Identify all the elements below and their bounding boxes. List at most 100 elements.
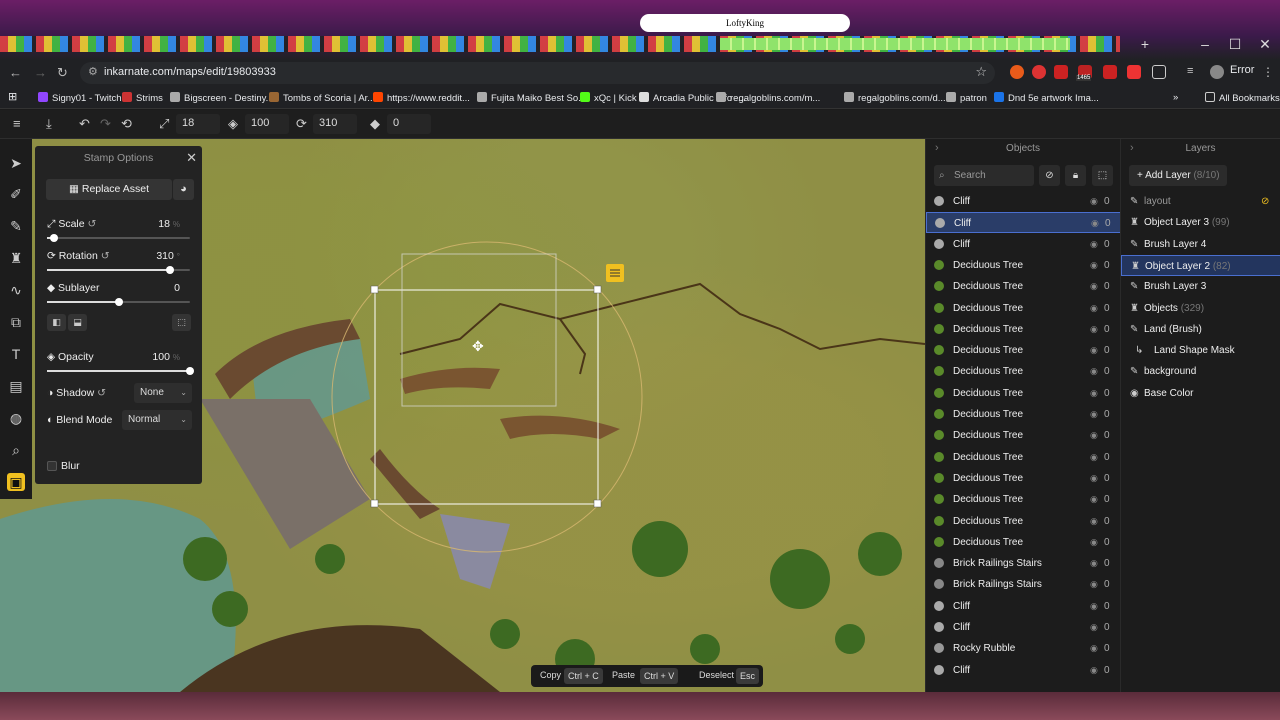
object-row[interactable]: Deciduous Tree ◉ 0 [926,361,1120,382]
site-info-icon[interactable]: ⚙ [88,65,98,78]
deselect-label[interactable]: Deselect [699,670,734,680]
crop-button[interactable]: ⬚ [172,314,191,331]
object-row[interactable]: Cliff ◉ 0 [926,212,1120,234]
blend-mode-select[interactable]: Normal ⌄ [122,410,192,430]
object-row[interactable]: Cliff ◉ 0 [926,660,1120,681]
opacity-slider[interactable] [47,367,194,375]
object-row[interactable]: Cliff ◉ 0 [926,191,1120,212]
object-row[interactable]: Deciduous Tree ◉ 0 [926,532,1120,553]
visibility-icon[interactable]: ◉ [1090,660,1098,681]
url-field[interactable]: ⚙ inkarnate.com/maps/edit/19803933 ☆ [80,62,995,84]
visibility-icon[interactable]: ◉ [1090,447,1098,468]
add-layer-button[interactable]: + Add Layer (8/10) [1129,165,1227,186]
paste-label[interactable]: Paste [612,670,635,680]
extension-icon[interactable] [1054,65,1068,79]
reset-icon[interactable]: ↺ [97,387,106,399]
object-row[interactable]: Deciduous Tree ◉ 0 [926,404,1120,425]
bookmark-item[interactable]: regalgoblins.com/m... [716,92,820,104]
paint-tool-icon[interactable]: ✎ [7,217,25,235]
extensions-puzzle-icon[interactable] [1152,65,1166,79]
reset-icon[interactable]: ↺ [88,218,97,230]
blur-checkbox[interactable] [47,461,57,471]
layers-tool-icon[interactable]: ⧉ [7,313,25,331]
object-row[interactable]: Deciduous Tree ◉ 0 [926,511,1120,532]
bookmark-item[interactable]: xQc | Kick [580,92,637,104]
replace-asset-button[interactable]: ▦ Replace Asset [46,179,172,200]
layer-row[interactable]: ✎ layout ⊘ [1121,191,1280,212]
visibility-icon[interactable]: ◉ [1090,404,1098,425]
bookmark-item[interactable]: patron [946,92,987,104]
stamp-tool-icon[interactable]: ♜ [7,249,25,267]
visibility-icon[interactable]: ◉ [1090,468,1098,489]
sublayer-slider[interactable] [47,298,190,306]
visibility-icon[interactable]: ◉ [1090,617,1098,638]
visibility-icon[interactable]: ◉ [1090,191,1098,212]
scale-input[interactable]: 18 [176,114,220,134]
scale-slider[interactable] [47,234,190,242]
maximize-icon[interactable]: ☐ [1220,36,1250,53]
reload-icon[interactable]: ↻ [57,65,68,81]
sublayer-readout[interactable]: 0 [174,282,180,294]
object-row[interactable]: Deciduous Tree ◉ 0 [926,298,1120,319]
visibility-icon[interactable]: ◉ [1090,255,1098,276]
redo-icon[interactable]: ↷ [100,116,111,132]
layer-row[interactable]: ♜ Object Layer 3 (99) [1121,212,1280,233]
layer-row[interactable]: ♜ Object Layer 2 (82) [1121,254,1280,276]
visibility-icon[interactable]: ◉ [1090,638,1098,659]
reset-icon[interactable]: ↺ [101,250,110,262]
visibility-icon[interactable]: ◉ [1090,511,1098,532]
close-window-icon[interactable]: ✕ [1250,36,1280,53]
visibility-icon[interactable]: ◉ [1090,532,1098,553]
visibility-icon[interactable]: ◉ [1090,596,1098,617]
rotation-readout[interactable]: 310 ° [156,250,180,262]
object-row[interactable]: Cliff ◉ 0 [926,234,1120,255]
visibility-icon[interactable]: ◉ [1090,361,1098,382]
layer-row[interactable]: ✎ Brush Layer 3 [1121,276,1280,297]
visibility-icon[interactable]: ◉ [1090,574,1098,595]
object-row[interactable]: Rocky Rubble ◉ 0 [926,638,1120,659]
all-bookmarks[interactable]: All Bookmarks [1205,92,1280,104]
globe-tool-icon[interactable]: ◍ [7,409,25,427]
path-tool-icon[interactable]: ∿ [7,281,25,299]
bookmark-item[interactable]: Fujita Maiko Best So... [477,92,586,104]
menu-list-icon[interactable]: ≡ [1187,65,1201,79]
visibility-icon[interactable]: ◉ [1090,383,1098,404]
back-icon[interactable]: ← [9,65,22,80]
select-tool-icon[interactable]: ➤ [7,154,25,172]
layer-row[interactable]: ✎ Land (Brush) [1121,319,1280,340]
bookmark-item[interactable]: https://www.reddit... [373,92,470,104]
close-icon[interactable]: ✕ [186,150,197,166]
objects-search-input[interactable]: ⌕ Search [934,165,1034,186]
lock-icon[interactable]: 🔒︎ [1065,165,1086,186]
more-bookmarks-icon[interactable]: » [1173,92,1178,103]
visibility-icon[interactable]: ◉ [1090,425,1098,446]
visibility-icon[interactable]: ◉ [1090,298,1098,319]
kebab-menu-icon[interactable]: ⋮ [1262,65,1274,79]
object-row[interactable]: Deciduous Tree ◉ 0 [926,340,1120,361]
copy-label[interactable]: Copy [540,670,561,680]
extension-icon[interactable]: 1465 [1076,65,1092,81]
forward-icon[interactable]: → [34,65,47,80]
layer-row[interactable]: ↳ Land Shape Mask [1121,340,1280,361]
flip-vertical-button[interactable]: ⬓ [68,314,87,331]
object-row[interactable]: Deciduous Tree ◉ 0 [926,468,1120,489]
visibility-icon[interactable]: ◉ [1090,553,1098,574]
object-row[interactable]: Brick Railings Stairs ◉ 0 [926,574,1120,595]
object-row[interactable]: Deciduous Tree ◉ 0 [926,276,1120,297]
slider-knob[interactable] [114,298,123,306]
visibility-icon[interactable]: ◉ [1090,234,1098,255]
flip-horizontal-button[interactable]: ◧ [47,314,66,331]
brush-tool-icon[interactable]: ✐ [7,185,25,203]
slider-knob[interactable] [186,367,194,375]
text-tool-icon[interactable]: T [7,345,25,363]
rotation-slider[interactable] [47,266,190,274]
rotation-input[interactable]: 310 [313,114,357,134]
layer-row[interactable]: ♜ Objects (329) [1121,298,1280,319]
extension-icon[interactable] [1010,65,1024,79]
extension-icon[interactable] [1103,65,1117,79]
layer-row[interactable]: ✎ Brush Layer 4 [1121,234,1280,255]
history-icon[interactable]: ⟲ [121,116,132,132]
select-all-icon[interactable]: ⬚ [1092,165,1113,186]
visibility-icon[interactable]: ◉ [1090,319,1098,340]
apps-grid-icon[interactable]: ⊞ [8,90,17,103]
